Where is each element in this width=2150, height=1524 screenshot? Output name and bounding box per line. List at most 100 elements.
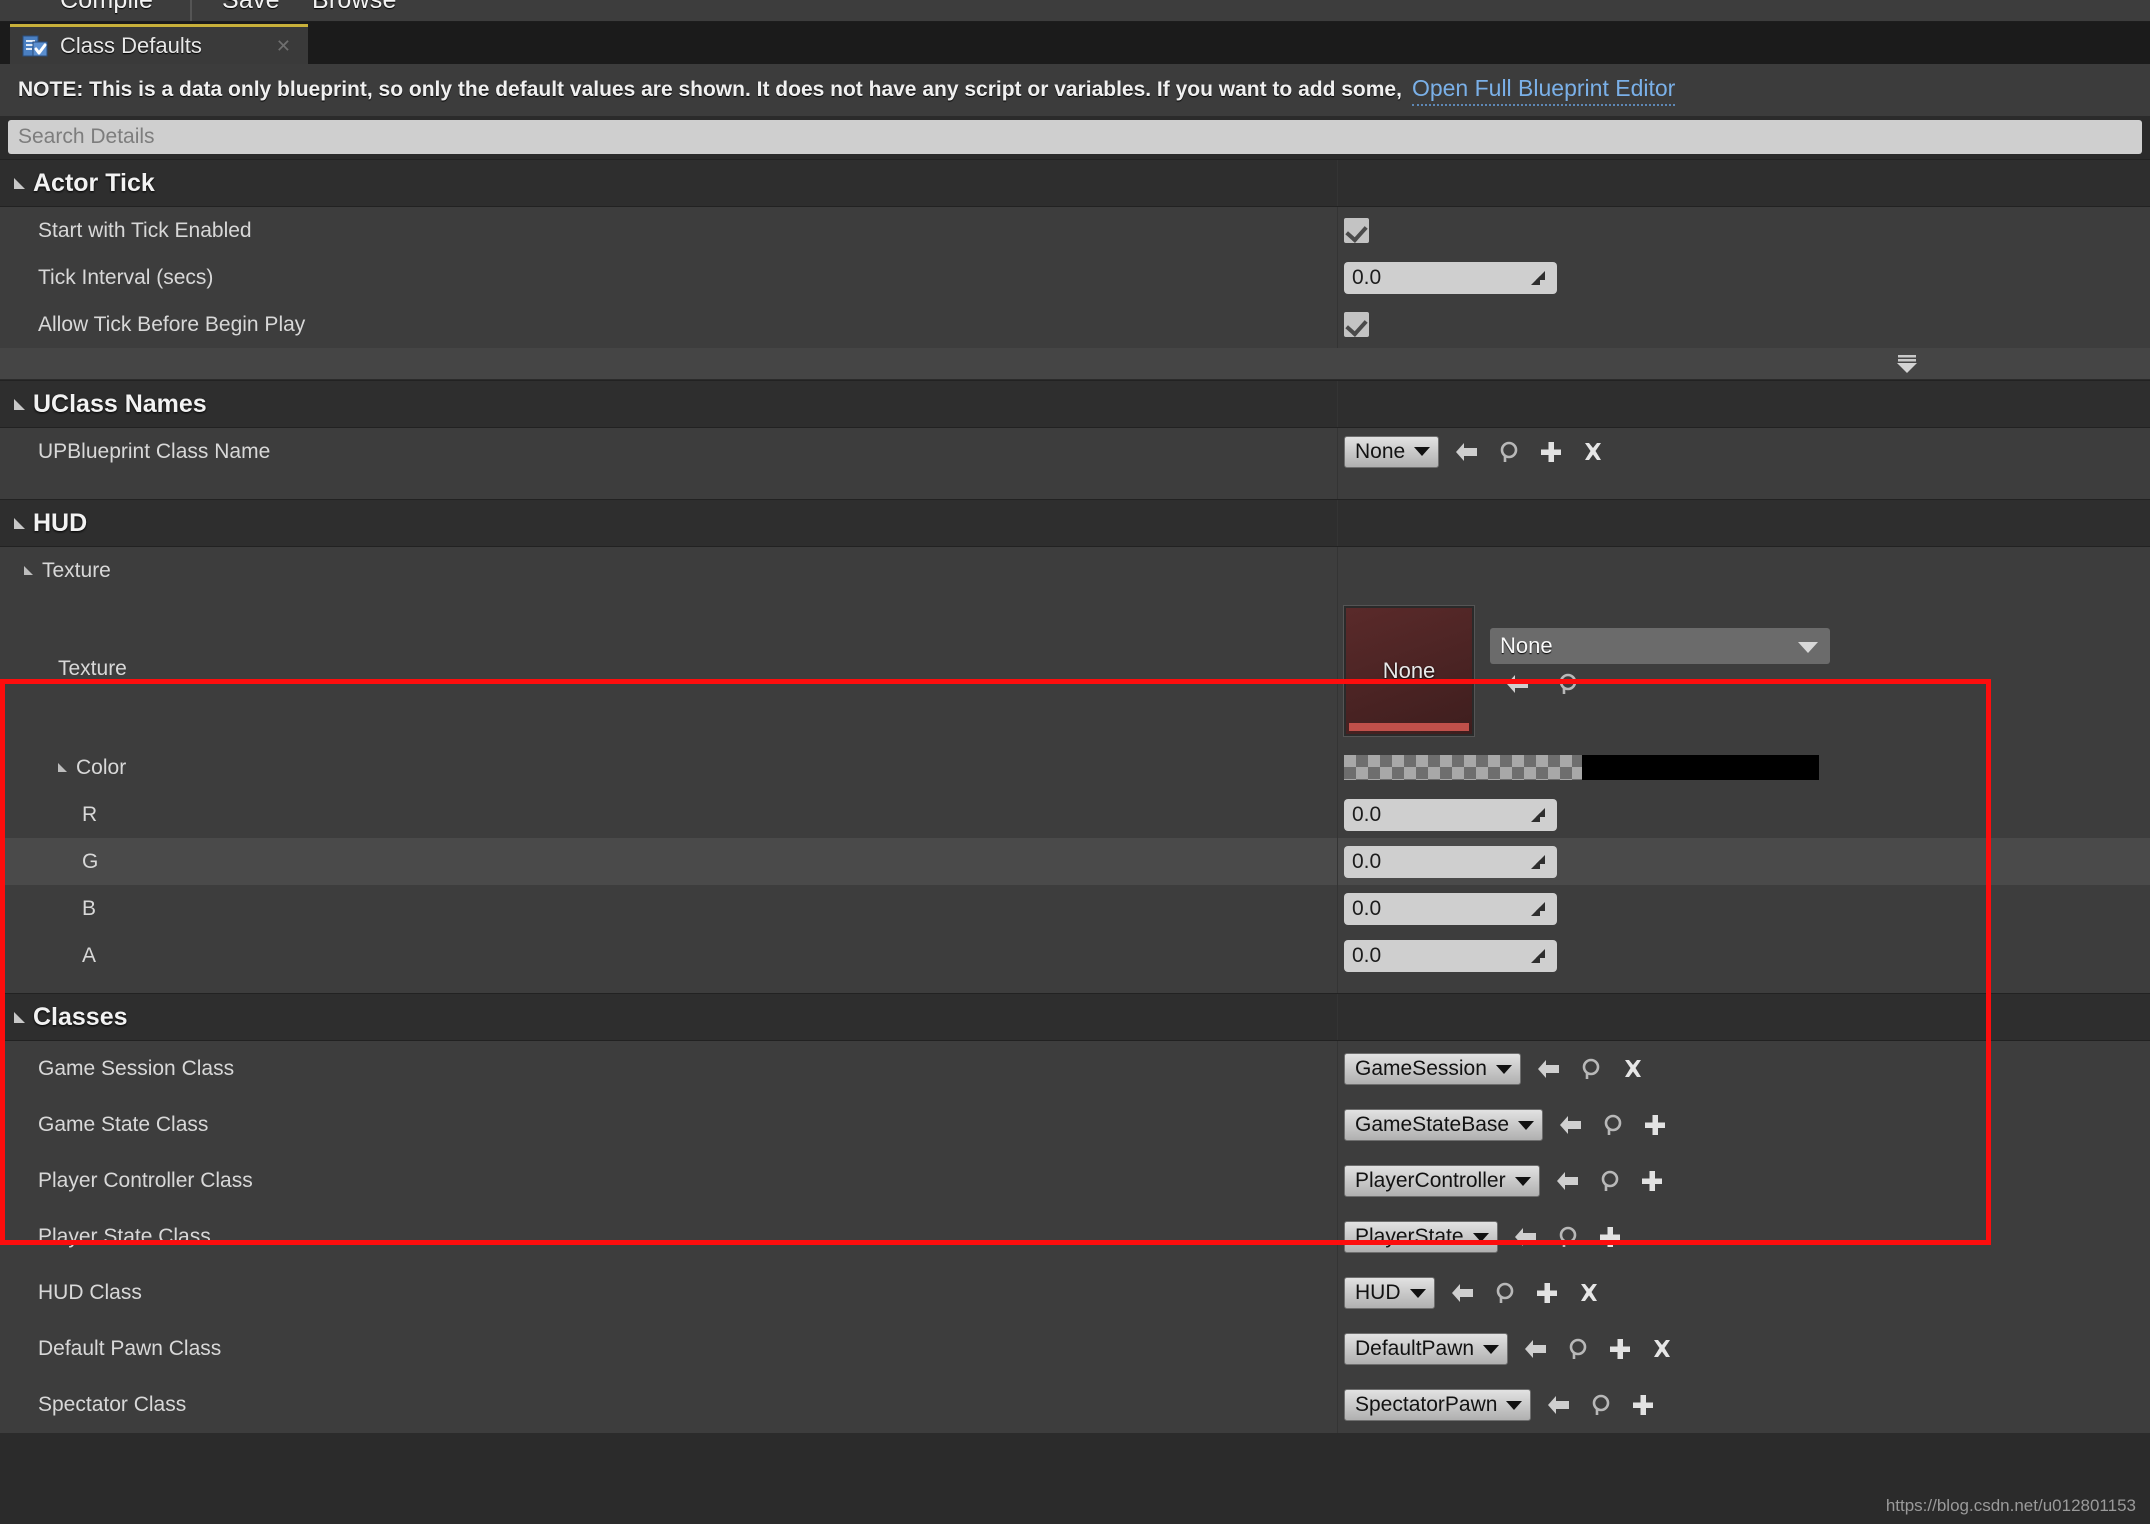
column-splitter[interactable] <box>1337 932 1338 979</box>
column-splitter[interactable] <box>1337 838 1338 885</box>
category-classes[interactable]: Classes <box>0 993 2150 1041</box>
column-splitter[interactable] <box>1337 1321 1338 1377</box>
category-uclass-names[interactable]: UClass Names <box>0 380 2150 428</box>
row-upblueprint-class-name[interactable]: UPBlueprint Class Name None <box>0 428 2150 475</box>
browse-icon[interactable] <box>1495 438 1523 466</box>
row-color-group[interactable]: Color <box>0 744 2150 791</box>
column-splitter[interactable] <box>1337 885 1338 932</box>
class-picker-game-state[interactable]: GameStateBase <box>1344 1109 1544 1141</box>
browse-icon[interactable] <box>1587 1391 1615 1419</box>
back-arrow-icon[interactable] <box>1453 438 1481 466</box>
checkbox-start-with-tick-enabled[interactable] <box>1344 218 1369 243</box>
row-texture[interactable]: Texture None None <box>0 594 2150 744</box>
column-splitter[interactable] <box>1337 594 1338 744</box>
add-icon[interactable] <box>1638 1167 1666 1195</box>
spinner-icon[interactable] <box>1529 853 1547 871</box>
row-game-state-class[interactable]: Game State Class GameStateBase <box>0 1097 2150 1153</box>
column-splitter[interactable] <box>1337 381 1338 427</box>
column-splitter[interactable] <box>1337 428 1338 475</box>
row-allow-tick-before-begin-play[interactable]: Allow Tick Before Begin Play <box>0 301 2150 348</box>
close-icon[interactable]: ✕ <box>271 34 296 58</box>
row-color-b[interactable]: B 0.0 <box>0 885 2150 932</box>
column-splitter[interactable] <box>1337 547 1338 594</box>
browse-icon[interactable] <box>1554 670 1582 698</box>
browse-icon[interactable] <box>1577 1055 1605 1083</box>
column-splitter[interactable] <box>1337 1097 1338 1153</box>
browse-icon[interactable] <box>1596 1167 1624 1195</box>
chevron-down-icon[interactable] <box>58 763 67 772</box>
spinner-icon[interactable] <box>1529 900 1547 918</box>
column-splitter[interactable] <box>1337 1377 1338 1433</box>
column-splitter[interactable] <box>1337 160 1338 206</box>
clear-icon[interactable] <box>1579 438 1607 466</box>
column-splitter[interactable] <box>1337 744 1338 791</box>
chevron-down-icon[interactable] <box>14 1011 25 1023</box>
number-input-color-g[interactable]: 0.0 <box>1344 845 1557 878</box>
back-arrow-icon[interactable] <box>1545 1391 1573 1419</box>
back-arrow-icon[interactable] <box>1557 1111 1585 1139</box>
chevron-down-icon[interactable] <box>14 177 25 189</box>
row-hud-class[interactable]: HUD Class HUD <box>0 1265 2150 1321</box>
row-default-pawn-class[interactable]: Default Pawn Class DefaultPawn <box>0 1321 2150 1377</box>
column-splitter[interactable] <box>1337 994 1338 1040</box>
browse-icon[interactable] <box>1554 1223 1582 1251</box>
browse-icon[interactable] <box>1564 1335 1592 1363</box>
spinner-icon[interactable] <box>1529 269 1547 287</box>
browse-icon[interactable] <box>1599 1111 1627 1139</box>
texture-thumbnail[interactable]: None <box>1344 606 1474 736</box>
column-splitter[interactable] <box>1337 500 1338 546</box>
class-picker-player-state[interactable]: PlayerState <box>1344 1221 1498 1253</box>
row-tick-interval[interactable]: Tick Interval (secs) 0.0 <box>0 254 2150 301</box>
class-picker-game-session[interactable]: GameSession <box>1344 1053 1521 1085</box>
column-splitter[interactable] <box>1337 254 1338 301</box>
row-player-state-class[interactable]: Player State Class PlayerState <box>0 1209 2150 1265</box>
texture-group-header[interactable]: Texture <box>0 559 111 583</box>
column-splitter[interactable] <box>1337 791 1338 838</box>
back-arrow-icon[interactable] <box>1535 1055 1563 1083</box>
advanced-properties-expander-row[interactable] <box>0 348 2150 380</box>
row-start-with-tick-enabled[interactable]: Start with Tick Enabled <box>0 207 2150 254</box>
class-picker-player-controller[interactable]: PlayerController <box>1344 1165 1540 1197</box>
chevron-down-icon[interactable] <box>14 517 25 529</box>
column-splitter[interactable] <box>1337 301 1338 348</box>
add-icon[interactable] <box>1533 1279 1561 1307</box>
show-advanced-icon[interactable] <box>1890 354 1924 374</box>
class-picker-upblueprint[interactable]: None <box>1344 435 1440 468</box>
row-color-r[interactable]: R 0.0 <box>0 791 2150 838</box>
category-hud[interactable]: HUD <box>0 499 2150 547</box>
number-input-color-r[interactable]: 0.0 <box>1344 798 1557 831</box>
add-icon[interactable] <box>1641 1111 1669 1139</box>
clear-icon[interactable] <box>1648 1335 1676 1363</box>
save-button[interactable]: Save <box>222 0 280 15</box>
open-full-blueprint-editor-link[interactable]: Open Full Blueprint Editor <box>1411 75 1676 106</box>
number-input-color-b[interactable]: 0.0 <box>1344 892 1557 925</box>
clear-icon[interactable] <box>1575 1279 1603 1307</box>
browse-icon[interactable] <box>1491 1279 1519 1307</box>
column-splitter[interactable] <box>1337 1041 1338 1097</box>
number-input-tick-interval[interactable]: 0.0 <box>1344 261 1557 294</box>
tab-class-defaults[interactable]: Class Defaults ✕ <box>10 24 308 64</box>
category-actor-tick[interactable]: Actor Tick <box>0 159 2150 207</box>
add-icon[interactable] <box>1596 1223 1624 1251</box>
row-player-controller-class[interactable]: Player Controller Class PlayerController <box>0 1153 2150 1209</box>
column-splitter[interactable] <box>1337 1209 1338 1265</box>
number-input-color-a[interactable]: 0.0 <box>1344 939 1557 972</box>
clear-icon[interactable] <box>1619 1055 1647 1083</box>
browse-button[interactable]: Browse <box>312 0 397 15</box>
row-texture-group[interactable]: Texture <box>0 547 2150 594</box>
chevron-down-icon[interactable] <box>24 566 33 575</box>
column-splitter[interactable] <box>1337 207 1338 254</box>
chevron-down-icon[interactable] <box>14 398 25 410</box>
add-icon[interactable] <box>1606 1335 1634 1363</box>
color-swatch[interactable] <box>1344 755 1819 780</box>
back-arrow-icon[interactable] <box>1449 1279 1477 1307</box>
add-icon[interactable] <box>1537 438 1565 466</box>
back-arrow-icon[interactable] <box>1512 1223 1540 1251</box>
spinner-icon[interactable] <box>1529 947 1547 965</box>
class-picker-hud[interactable]: HUD <box>1344 1277 1435 1309</box>
column-splitter[interactable] <box>1337 1153 1338 1209</box>
asset-dropdown-texture[interactable]: None <box>1490 628 1830 664</box>
row-game-session-class[interactable]: Game Session Class GameSession <box>0 1041 2150 1097</box>
back-arrow-icon[interactable] <box>1504 670 1532 698</box>
row-spectator-class[interactable]: Spectator Class SpectatorPawn <box>0 1377 2150 1433</box>
